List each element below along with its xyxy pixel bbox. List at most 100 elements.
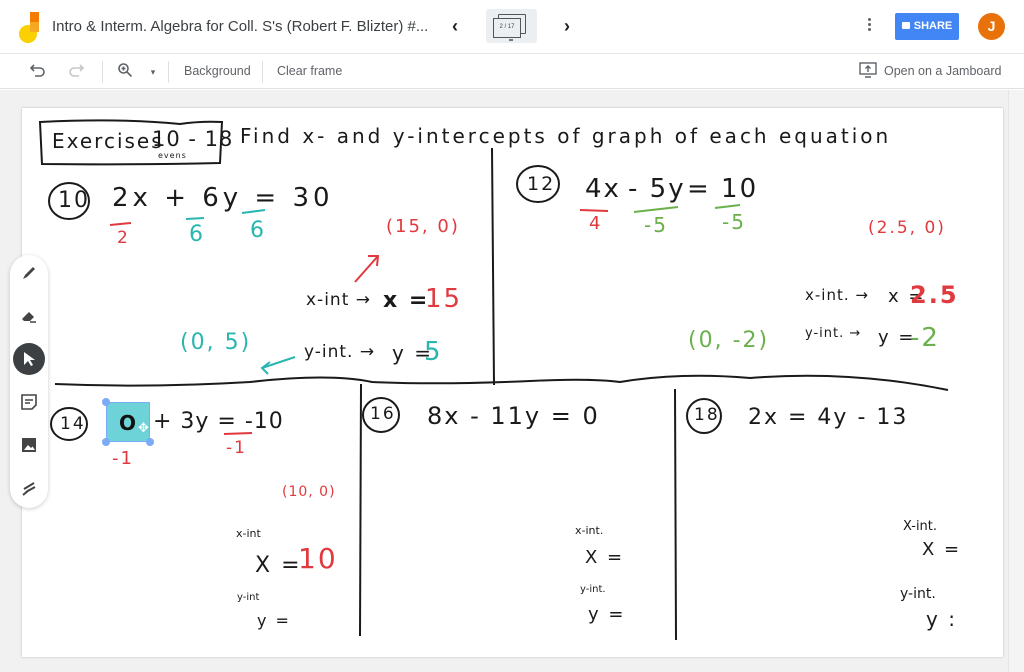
jamboard-logo-icon xyxy=(19,12,39,43)
problem-14-equation-rest: + 3y = -10 xyxy=(153,409,284,434)
problem-10-divisor: 2 xyxy=(117,228,130,248)
image-tool-button[interactable] xyxy=(13,429,45,461)
problem-14-y-int-label: y-int xyxy=(237,592,260,603)
zoom-icon xyxy=(118,63,133,78)
problem-12-equation-part: 4x xyxy=(585,174,621,204)
sticky-note-tool-button[interactable] xyxy=(13,386,45,418)
problem-12-y-point: (0, -2) xyxy=(688,328,770,353)
problem-12-equation-part: - 5y xyxy=(628,174,686,204)
problem-16-x-int-var: X = xyxy=(585,547,625,568)
problem-18-y-int-label: y-int. xyxy=(900,586,936,602)
problem-number-12: 12 xyxy=(527,173,556,195)
clear-frame-button[interactable]: Clear frame xyxy=(277,64,342,78)
redo-button[interactable] xyxy=(66,62,86,82)
problem-10-y-point: (0, 5) xyxy=(180,330,252,355)
problem-10-x-point: (15, 0) xyxy=(386,216,460,237)
problem-18-y-int-var: y : xyxy=(926,607,957,631)
selected-sticky-object[interactable]: O ✥ xyxy=(102,398,154,446)
problem-number-10: 10 xyxy=(58,188,90,213)
problem-10-divisor: 6 xyxy=(250,218,266,243)
problem-12-y-int-label: y-int. → xyxy=(805,326,862,341)
more-dot-icon xyxy=(867,23,871,26)
undo-button[interactable] xyxy=(28,62,48,82)
problem-10-divisor: 6 xyxy=(189,222,205,247)
more-dot-icon xyxy=(867,18,871,21)
problem-14-x-int-label: x-int xyxy=(236,527,261,540)
problem-14-x-point: (10, 0) xyxy=(282,484,336,500)
problem-12-x-int-label: x-int. → xyxy=(805,286,869,304)
more-dot-icon xyxy=(867,28,871,31)
next-frame-button[interactable]: › xyxy=(556,14,578,38)
select-tool-button[interactable] xyxy=(13,343,45,375)
problem-number-14: 14 xyxy=(60,414,86,434)
problem-18-equation: 2x = 4y - 13 xyxy=(748,405,909,430)
exercises-label: Exercises xyxy=(52,129,164,153)
resize-handle[interactable] xyxy=(146,438,154,446)
problem-10-y-int-label: y-int. → xyxy=(304,342,376,362)
problem-14-x-int-var: X = xyxy=(255,553,302,578)
eraser-icon xyxy=(22,312,36,323)
problem-16-y-int-label: y-int. xyxy=(580,584,606,595)
toolbar-divider xyxy=(168,61,169,83)
toolbar-divider xyxy=(262,61,263,83)
problem-14-divisor: -1 xyxy=(226,438,247,458)
problem-12-x-int-value: 2.5 xyxy=(910,281,959,309)
laser-icon xyxy=(22,482,36,496)
lock-icon xyxy=(901,22,910,29)
zoom-button[interactable] xyxy=(115,62,135,82)
pen-tool-button[interactable] xyxy=(13,257,45,289)
app-header: Intro & Interm. Algebra for Coll. S's (R… xyxy=(0,0,1024,54)
move-cursor-icon: ✥ xyxy=(138,420,149,435)
problem-10-x-int-value: 15 xyxy=(425,284,463,314)
toolbar-divider xyxy=(102,61,103,83)
share-button[interactable]: SHARE xyxy=(895,13,959,40)
problem-18-x-int-var: X = xyxy=(922,539,962,560)
more-options-button[interactable] xyxy=(864,16,874,38)
problem-10-equation: 2x + 6y = 30 xyxy=(112,183,334,213)
problem-number-18: 18 xyxy=(694,405,720,425)
select-icon xyxy=(24,352,35,366)
resize-handle[interactable] xyxy=(102,398,110,406)
user-avatar[interactable]: J xyxy=(978,13,1005,40)
problem-16-equation: 8x - 11y = 0 xyxy=(427,402,600,430)
problem-10-y-int-value: 5 xyxy=(424,337,443,367)
vertical-scrollbar[interactable] xyxy=(1008,90,1024,672)
toolbar: ▾ Background Clear frame Open on a Jambo… xyxy=(0,55,1024,89)
problem-12-equation-part: = 10 xyxy=(687,174,759,204)
problem-12-divisor: -5 xyxy=(722,210,746,234)
resize-handle[interactable] xyxy=(102,438,110,446)
problem-12-y-int-value: -2 xyxy=(910,323,940,353)
frame-picker-caret-icon xyxy=(509,39,513,41)
problem-16-x-int-label: x-int. xyxy=(575,524,604,537)
problem-18-x-int-label: X-int. xyxy=(903,519,938,534)
problem-10-x-int-var: x = xyxy=(383,288,430,313)
eraser-tool-button[interactable] xyxy=(13,300,45,332)
instruction-text: Find x- and y-intercepts of graph of eac… xyxy=(240,124,892,148)
exercises-range: 10 - 18 xyxy=(152,127,234,151)
pen-icon xyxy=(23,267,35,279)
problem-14-divisor: -1 xyxy=(112,448,134,469)
problem-number-16: 16 xyxy=(370,404,396,424)
document-title[interactable]: Intro & Interm. Algebra for Coll. S's (R… xyxy=(52,18,428,35)
problem-14-y-int-var: y = xyxy=(257,611,291,630)
share-label: SHARE xyxy=(913,20,953,32)
problem-16-y-int-var: y = xyxy=(588,604,626,625)
sticky-note-icon xyxy=(21,394,37,410)
previous-frame-button[interactable]: ‹ xyxy=(444,14,466,38)
background-button[interactable]: Background xyxy=(184,64,251,78)
exercises-range-note: evens xyxy=(158,151,187,160)
problem-12-divisor: -5 xyxy=(644,213,668,237)
problem-12-x-point: (2.5, 0) xyxy=(868,218,946,238)
zoom-dropdown[interactable]: ▾ xyxy=(143,62,163,82)
tool-sidebar xyxy=(10,255,48,508)
image-icon xyxy=(22,438,36,452)
problem-10-x-int-label: x-int → xyxy=(306,290,372,310)
selected-object-text: O xyxy=(119,411,137,435)
laser-tool-button[interactable] xyxy=(13,472,45,504)
open-on-jamboard-button[interactable]: Open on a Jamboard xyxy=(884,64,1001,78)
undo-icon xyxy=(29,64,45,77)
open-on-jamboard-icon xyxy=(858,62,878,82)
problem-14-x-int-value: 10 xyxy=(298,542,338,575)
frame-picker-button[interactable]: 2 / 17 xyxy=(486,9,537,43)
frame-indicator: 2 / 17 xyxy=(493,18,521,38)
